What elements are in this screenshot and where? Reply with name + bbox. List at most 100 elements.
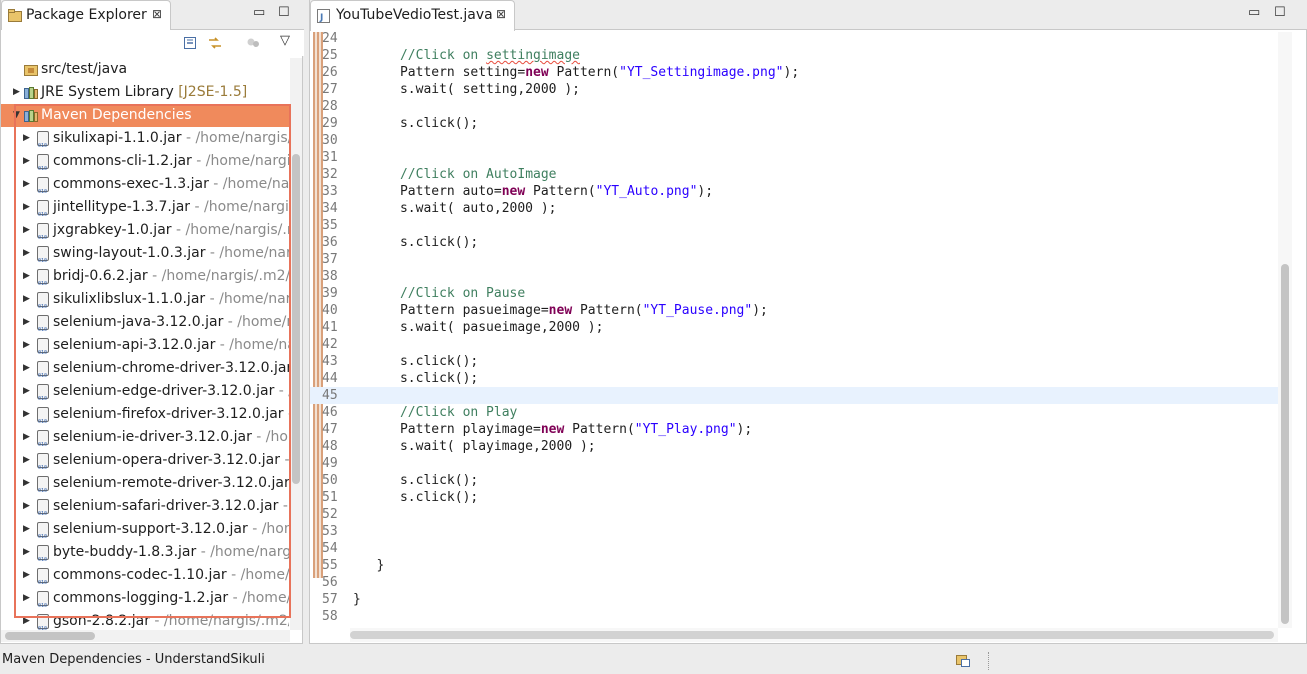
tree-item-jar[interactable]: ▶ selenium-ie-driver-3.12.0.jar - /home bbox=[1, 426, 289, 457]
tree-item[interactable]: ▼ Maven Dependencies bbox=[1, 104, 289, 127]
code-line[interactable]: 47 Pattern playimage=new Pattern("YT_Pla… bbox=[310, 421, 1278, 438]
tree-item-jar[interactable]: ▶ bridj-0.6.2.jar - /home/nargis/.m2/re bbox=[1, 265, 289, 296]
expand-arrow-icon[interactable]: ▶ bbox=[23, 495, 33, 518]
expand-arrow-icon[interactable]: ▶ bbox=[23, 610, 33, 630]
maximize-icon[interactable]: ☐ bbox=[1274, 5, 1286, 20]
tree-item-jar[interactable]: ▶ selenium-edge-driver-3.12.0.jar - /ho bbox=[1, 380, 289, 411]
link-with-editor-icon[interactable] bbox=[207, 35, 223, 51]
tree-item-jar[interactable]: ▶ swing-layout-1.0.3.jar - /home/nargis bbox=[1, 242, 289, 273]
tree-item-jar[interactable]: ▶ jxgrabkey-1.0.jar - /home/nargis/.m bbox=[1, 219, 289, 250]
tree-item-jar[interactable]: ▶ byte-buddy-1.8.3.jar - /home/nargis/ bbox=[1, 541, 289, 572]
scrollbar-thumb[interactable] bbox=[1281, 264, 1289, 624]
code-line[interactable]: 53 bbox=[310, 523, 1278, 540]
code-line[interactable]: 55 } bbox=[310, 557, 1278, 574]
expand-arrow-icon[interactable]: ▶ bbox=[23, 219, 33, 242]
code-line[interactable]: 46 //Click on Play bbox=[310, 404, 1278, 421]
code-line[interactable]: 43 s.click(); bbox=[310, 353, 1278, 370]
code-line[interactable]: 58 bbox=[310, 608, 1278, 625]
tree-item-jar[interactable]: ▶ selenium-safari-driver-3.12.0.jar - /h bbox=[1, 495, 289, 526]
code-line[interactable]: 48 s.wait( playimage,2000 ); bbox=[310, 438, 1278, 455]
scrollbar-thumb[interactable] bbox=[350, 631, 1274, 639]
collapse-arrow-icon[interactable]: ▼ bbox=[13, 104, 23, 127]
tree-item-jar[interactable]: ▶ gson-2.8.2.jar - /home/nargis/.m2/re bbox=[1, 610, 289, 630]
tree-item-jar[interactable]: ▶ selenium-java-3.12.0.jar - /home/nar bbox=[1, 311, 289, 342]
editor-vertical-scrollbar[interactable] bbox=[1278, 32, 1292, 628]
code-line[interactable]: 56 bbox=[310, 574, 1278, 591]
expand-arrow-icon[interactable]: ▶ bbox=[13, 81, 23, 104]
code-line[interactable]: 26 Pattern setting=new Pattern("YT_Setti… bbox=[310, 64, 1278, 81]
expand-arrow-icon[interactable]: ▶ bbox=[23, 196, 33, 219]
close-icon[interactable]: ⊠ bbox=[152, 7, 162, 21]
expand-arrow-icon[interactable]: ▶ bbox=[23, 173, 33, 196]
tree-item-jar[interactable]: ▶ sikulixlibslux-1.1.0.jar - /home/nargi bbox=[1, 288, 289, 319]
expand-arrow-icon[interactable]: ▶ bbox=[23, 403, 33, 426]
code-line[interactable]: 34 s.wait( auto,2000 ); bbox=[310, 200, 1278, 217]
code-line[interactable]: 54 bbox=[310, 540, 1278, 557]
code-line[interactable]: 25 //Click on settingimage bbox=[310, 47, 1278, 64]
code-line[interactable]: 51 s.click(); bbox=[310, 489, 1278, 506]
expand-arrow-icon[interactable]: ▶ bbox=[23, 472, 33, 495]
expand-arrow-icon[interactable]: ▶ bbox=[23, 518, 33, 541]
code-line[interactable]: 33 Pattern auto=new Pattern("YT_Auto.png… bbox=[310, 183, 1278, 200]
tree-item-jar[interactable]: ▶ commons-logging-1.2.jar - /home/na bbox=[1, 587, 289, 618]
code-line[interactable]: 41 s.wait( pasueimage,2000 ); bbox=[310, 319, 1278, 336]
expand-arrow-icon[interactable]: ▶ bbox=[23, 357, 33, 380]
code-line[interactable]: 57} bbox=[310, 591, 1278, 608]
code-line[interactable]: 42 bbox=[310, 336, 1278, 353]
tree-item-jar[interactable]: ▶ selenium-firefox-driver-3.12.0.jar - / bbox=[1, 403, 289, 434]
expand-arrow-icon[interactable]: ▶ bbox=[23, 288, 33, 311]
expand-arrow-icon[interactable]: ▶ bbox=[23, 587, 33, 610]
focus-icon[interactable] bbox=[245, 35, 261, 51]
code-line[interactable]: 52 bbox=[310, 506, 1278, 523]
view-menu-icon[interactable]: ▽ bbox=[280, 33, 290, 48]
expand-arrow-icon[interactable]: ▶ bbox=[23, 265, 33, 288]
code-line[interactable]: 44 s.click(); bbox=[310, 370, 1278, 387]
code-line[interactable]: 29 s.click(); bbox=[310, 115, 1278, 132]
code-line[interactable]: 24 bbox=[310, 32, 1278, 47]
tree-item-jar[interactable]: ▶ selenium-opera-driver-3.12.0.jar - /h bbox=[1, 449, 289, 480]
editor-horizontal-scrollbar[interactable] bbox=[350, 628, 1278, 642]
collapse-all-icon[interactable] bbox=[182, 35, 198, 51]
tree-item-jar[interactable]: ▶ sikulixapi-1.1.0.jar - /home/nargis/.m bbox=[1, 127, 289, 158]
code-line[interactable]: 37 bbox=[310, 251, 1278, 268]
code-line[interactable]: 38 bbox=[310, 268, 1278, 285]
tree-item-jar[interactable]: ▶ commons-exec-1.3.jar - /home/narg bbox=[1, 173, 289, 204]
code-line[interactable]: 27 s.wait( setting,2000 ); bbox=[310, 81, 1278, 98]
tree-item-jar[interactable]: ▶ selenium-support-3.12.0.jar - /home bbox=[1, 518, 289, 549]
expand-arrow-icon[interactable]: ▶ bbox=[23, 150, 33, 173]
tree-item-jar[interactable]: ▶ commons-cli-1.2.jar - /home/nargis/.m bbox=[1, 150, 289, 181]
code-line[interactable]: 30 bbox=[310, 132, 1278, 149]
tab-package-explorer[interactable]: Package Explorer ⊠ bbox=[1, 0, 171, 31]
scrollbar-thumb[interactable] bbox=[5, 632, 95, 640]
code-line[interactable]: 36 s.click(); bbox=[310, 234, 1278, 251]
tree-item[interactable]: src/test/java bbox=[1, 58, 289, 81]
close-icon[interactable]: ⊠ bbox=[496, 7, 506, 21]
expand-arrow-icon[interactable]: ▶ bbox=[23, 334, 33, 357]
minimize-icon[interactable]: ▭ bbox=[1248, 5, 1260, 20]
scrollbar-thumb[interactable] bbox=[292, 154, 300, 484]
tree-item[interactable]: ▶ JRE System Library [J2SE-1.5] bbox=[1, 81, 289, 104]
code-line[interactable]: 39 //Click on Pause bbox=[310, 285, 1278, 302]
expand-arrow-icon[interactable]: ▶ bbox=[23, 449, 33, 472]
tree-item-jar[interactable]: ▶ selenium-remote-driver-3.12.0.jar - /h bbox=[1, 472, 289, 503]
tree-item-jar[interactable]: ▶ jintellitype-1.3.7.jar - /home/nargis/ bbox=[1, 196, 289, 227]
code-line[interactable]: 28 bbox=[310, 98, 1278, 115]
tab-youtubevediotest-java[interactable]: J YouTubeVedioTest.java ⊠ bbox=[310, 0, 515, 31]
maximize-icon[interactable]: ☐ bbox=[278, 5, 290, 20]
code-line[interactable]: 32 //Click on AutoImage bbox=[310, 166, 1278, 183]
expand-arrow-icon[interactable]: ▶ bbox=[23, 541, 33, 564]
expand-arrow-icon[interactable]: ▶ bbox=[23, 311, 33, 334]
code-line[interactable]: 40 Pattern pasueimage=new Pattern("YT_Pa… bbox=[310, 302, 1278, 319]
minimize-icon[interactable]: ▭ bbox=[253, 5, 265, 20]
tree-horizontal-scrollbar[interactable] bbox=[1, 630, 290, 642]
tree-item-jar[interactable]: ▶ selenium-chrome-driver-3.12.0.jar - / bbox=[1, 357, 289, 388]
code-line[interactable]: 31 bbox=[310, 149, 1278, 166]
expand-arrow-icon[interactable]: ▶ bbox=[23, 380, 33, 403]
code-line[interactable]: 45 bbox=[310, 387, 1278, 404]
tree-vertical-scrollbar[interactable] bbox=[290, 58, 302, 630]
expand-arrow-icon[interactable]: ▶ bbox=[23, 242, 33, 265]
code-line[interactable]: 50 s.click(); bbox=[310, 472, 1278, 489]
expand-arrow-icon[interactable]: ▶ bbox=[23, 127, 33, 150]
code-editor[interactable]: 24 25 //Click on settingimage 26 Pattern … bbox=[310, 32, 1278, 628]
fast-view-icon[interactable] bbox=[954, 651, 972, 669]
